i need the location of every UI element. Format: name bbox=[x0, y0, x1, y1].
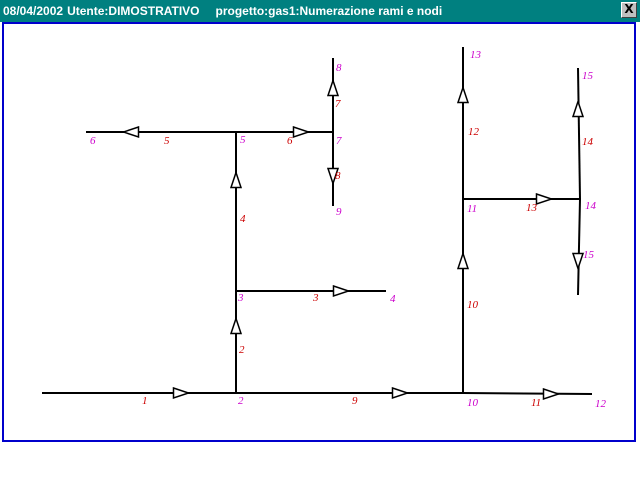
arrow-branch-7 bbox=[326, 78, 340, 97]
branch-label-3: 3 bbox=[312, 292, 319, 304]
branch-label-13: 13 bbox=[526, 202, 538, 214]
network-diagram: 12345 6789101112131423 456 7891011121314151… bbox=[42, 47, 607, 410]
title-date: 08/04/2002 bbox=[3, 4, 64, 18]
arrow-branch-14 bbox=[571, 99, 585, 118]
arrow-branch-9 bbox=[391, 386, 410, 400]
node-label-14: 14 bbox=[585, 200, 597, 212]
node-label-6: 6 bbox=[90, 135, 96, 147]
arrow-branch-15 bbox=[571, 252, 585, 271]
node-label-13: 13 bbox=[470, 49, 482, 61]
node-label-7: 7 bbox=[336, 135, 342, 147]
branch-line-14 bbox=[577, 67, 581, 200]
node-label-15b: 15 bbox=[583, 249, 595, 261]
node-label-10: 10 bbox=[467, 397, 479, 409]
branch-label-7: 7 bbox=[335, 98, 341, 110]
branch-label-12: 12 bbox=[468, 126, 480, 138]
arrow-branch-2 bbox=[229, 316, 243, 335]
branch-label-9: 9 bbox=[352, 395, 358, 407]
node-label-11: 11 bbox=[467, 203, 477, 215]
branch-label-4: 4 bbox=[240, 213, 246, 225]
node-label-15a: 15 bbox=[582, 70, 594, 82]
arrow-branch-6 bbox=[292, 125, 311, 139]
branch-label-14: 14 bbox=[582, 136, 594, 148]
status-area bbox=[0, 442, 640, 480]
node-label-5: 5 bbox=[240, 134, 246, 146]
branch-label-2: 2 bbox=[239, 344, 245, 356]
branch-label-10: 10 bbox=[467, 299, 479, 311]
close-button[interactable]: X bbox=[621, 2, 637, 18]
arrow-branch-4 bbox=[229, 170, 243, 189]
arrow-branch-10 bbox=[456, 251, 470, 270]
window-title: 08/04/2002 Utente:DIMOSTRATIVO progetto:ga… bbox=[3, 3, 442, 19]
branch-line-11 bbox=[462, 392, 593, 395]
node-label-2: 2 bbox=[238, 395, 244, 407]
node-label-4: 4 bbox=[390, 293, 396, 305]
node-label-9: 9 bbox=[336, 206, 342, 218]
branch-label-11: 11 bbox=[531, 397, 541, 409]
arrow-branch-11 bbox=[542, 387, 561, 401]
network-canvas[interactable]: 1 2 3 4 5 6 7 8 9 10 11 12 13 14 2 3 4 5 6 7 8 9 10 11 12 13 14 15 1… bbox=[2, 22, 636, 442]
branch-line-15 bbox=[577, 198, 581, 296]
window-titlebar: 08/04/2002 Utente:DIMOSTRATIVO progetto:ga… bbox=[0, 0, 640, 22]
title-project: progetto:gas1:Numerazione rami e nodi bbox=[215, 4, 443, 18]
node-label-8: 8 bbox=[336, 62, 342, 74]
arrow-branch-5 bbox=[121, 125, 140, 139]
title-user: DIMOSTRATIVO bbox=[108, 4, 200, 18]
branch-label-8: 8 bbox=[335, 170, 341, 182]
node-label-3: 3 bbox=[237, 292, 244, 304]
branch-label-5: 5 bbox=[164, 135, 170, 147]
arrow-branch-1 bbox=[172, 386, 191, 400]
branch-label-6: 6 bbox=[287, 135, 293, 147]
close-icon: X bbox=[624, 2, 634, 16]
arrow-branch-12 bbox=[456, 85, 470, 104]
branch-label-1: 1 bbox=[142, 395, 148, 407]
arrow-branch-13 bbox=[535, 192, 554, 206]
arrow-branch-3 bbox=[332, 284, 351, 298]
title-user-label: Utente: bbox=[67, 4, 109, 18]
node-label-12: 12 bbox=[595, 398, 607, 410]
